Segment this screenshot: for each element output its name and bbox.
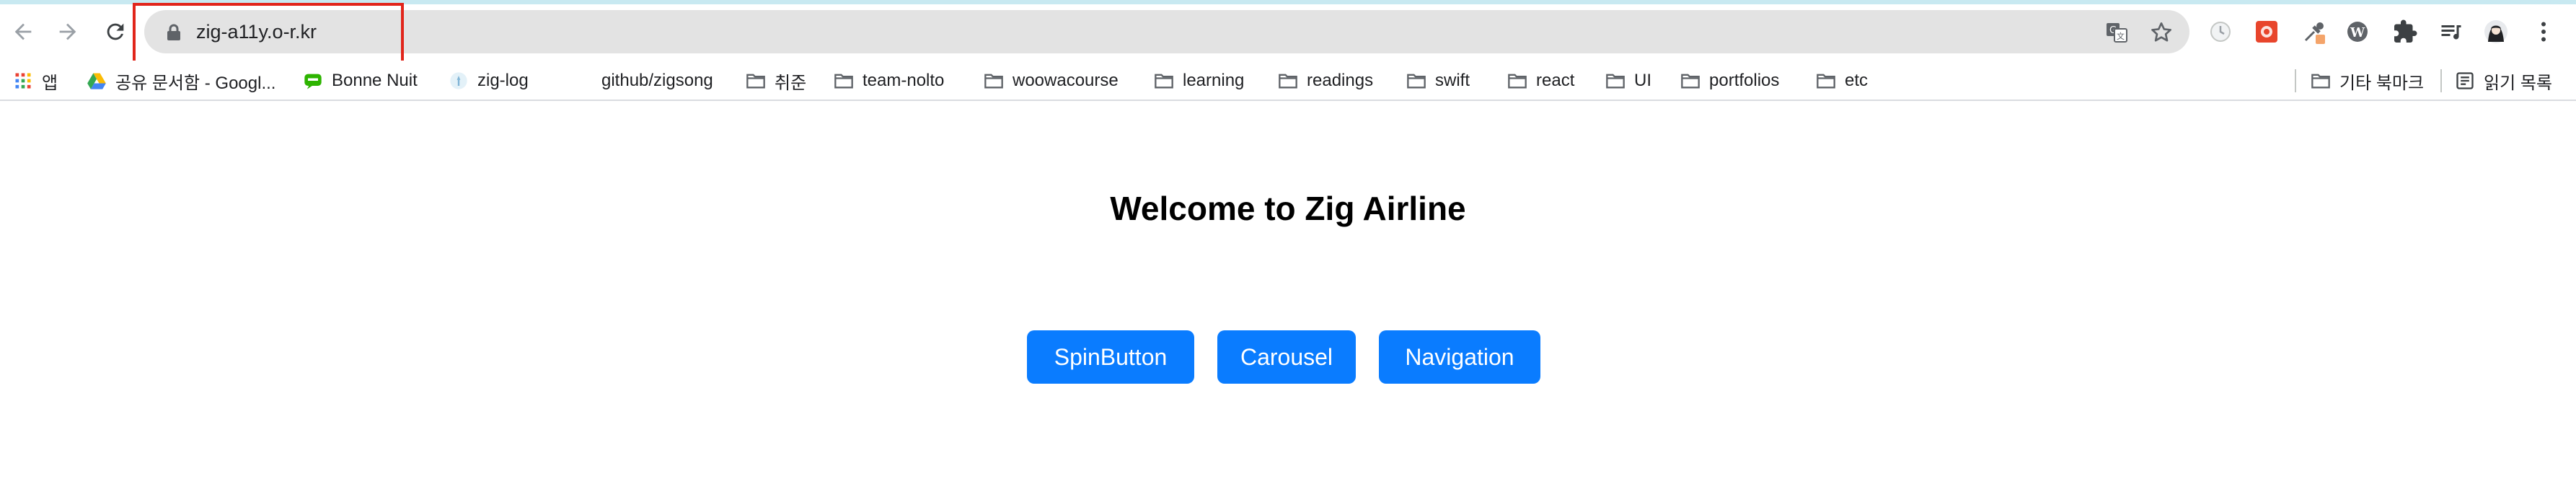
folder-icon (1406, 71, 1426, 91)
eyedropper-icon[interactable] (2301, 18, 2328, 45)
bookmark-folder-readings[interactable]: readings (1278, 61, 1373, 101)
bookmark-github[interactable]: github/zigsong (601, 61, 713, 101)
bookmarks-bar: 앱 공유 문서함 - Googl... Bonne Nuit zig-log g… (0, 61, 2576, 101)
svg-text:W: W (2350, 25, 2365, 40)
bookmark-label: team-nolto (863, 71, 945, 90)
folder-icon (834, 71, 854, 91)
bookmark-label: 취준 (775, 73, 807, 93)
wordpress-icon[interactable]: W (2344, 18, 2371, 45)
folder-icon (1278, 71, 1298, 91)
bookmark-folder-portfolios[interactable]: portfolios (1680, 61, 1779, 101)
reading-list-icon[interactable] (2438, 18, 2465, 45)
folder-icon (1507, 71, 1527, 91)
bookmark-apps[interactable]: 앱 (13, 61, 58, 101)
reload-button[interactable] (98, 14, 133, 49)
bookmark-folder-react[interactable]: react (1507, 61, 1574, 101)
bookmark-label: Bonne Nuit (332, 71, 418, 90)
bookmark-label: readings (1307, 71, 1374, 90)
bookmark-label: 기타 북마크 (2339, 73, 2425, 93)
address-bar[interactable]: zig-a11y.o-r.kr G文 (144, 10, 2189, 53)
forward-button[interactable] (50, 14, 85, 49)
bookmark-folder-job[interactable]: 취준 (746, 61, 806, 101)
bookmark-label: react (1536, 71, 1575, 90)
bookmark-label: github/zigsong (601, 71, 713, 90)
svg-text:文: 文 (2117, 31, 2125, 41)
bookmark-bonne-nuit[interactable]: Bonne Nuit (303, 61, 418, 101)
folder-icon (1816, 71, 1836, 91)
bookmark-folder-woowacourse[interactable]: woowacourse (984, 61, 1119, 101)
bookmark-label: woowacourse (1013, 71, 1119, 90)
bookmark-folder-etc[interactable]: etc (1816, 61, 1868, 101)
arrow-left-icon (14, 23, 32, 40)
reload-icon (107, 23, 124, 40)
back-button[interactable] (6, 14, 40, 49)
extension-clock-icon[interactable] (2207, 18, 2234, 45)
folder-icon (1680, 71, 1701, 91)
bookmark-folder-team-nolto[interactable]: team-nolto (834, 61, 944, 101)
bookmark-label: zig-log (477, 71, 529, 90)
reading-list-icon (2455, 71, 2475, 91)
navigation-button[interactable]: Navigation (1379, 330, 1540, 384)
bookmark-label: 읽기 목록 (2484, 73, 2552, 93)
bookmarks-divider (2295, 69, 2296, 92)
star-icon[interactable] (2149, 20, 2174, 45)
bookmark-label: 공유 문서함 - Googl... (115, 73, 276, 93)
folder-icon (1154, 71, 1174, 91)
bookmark-label: etc (1845, 71, 1869, 90)
bookmark-folder-learning[interactable]: learning (1154, 61, 1244, 101)
bookmark-label: portfolios (1709, 71, 1780, 90)
bookmark-other-bookmarks[interactable]: 기타 북마크 (2311, 61, 2424, 101)
translate-icon[interactable]: G文 (2104, 20, 2129, 45)
bookmark-label: swift (1435, 71, 1470, 90)
arrow-right-icon (59, 23, 76, 40)
folder-icon (984, 71, 1004, 91)
apps-grid-icon (13, 71, 33, 91)
folder-icon (2311, 71, 2331, 91)
bookmark-label: 앱 (42, 73, 58, 93)
google-drive-icon (87, 71, 107, 91)
extension-red-icon[interactable] (2253, 18, 2280, 45)
page-title: Welcome to Zig Airline (1110, 190, 1466, 227)
bookmark-label: learning (1183, 71, 1245, 90)
favicon-icon (449, 71, 469, 91)
bookmark-zig-log[interactable]: zig-log (449, 61, 529, 101)
folder-icon (746, 71, 766, 91)
chat-icon (303, 71, 323, 91)
bookmark-folder-swift[interactable]: swift (1406, 61, 1470, 101)
spinbutton-button[interactable]: SpinButton (1027, 330, 1194, 384)
bookmark-label: UI (1634, 71, 1651, 90)
bookmarks-divider (2440, 69, 2442, 92)
puzzle-icon[interactable] (2391, 18, 2419, 45)
bookmark-reading-list[interactable]: 읽기 목록 (2455, 61, 2552, 101)
folder-icon (1605, 71, 1626, 91)
avatar-icon[interactable] (2482, 18, 2510, 45)
carousel-button[interactable]: Carousel (1217, 330, 1356, 384)
bookmark-folder-ui[interactable]: UI (1605, 61, 1651, 101)
bookmark-google-drive[interactable]: 공유 문서함 - Googl... (87, 61, 275, 101)
more-vert-icon[interactable] (2530, 18, 2557, 45)
